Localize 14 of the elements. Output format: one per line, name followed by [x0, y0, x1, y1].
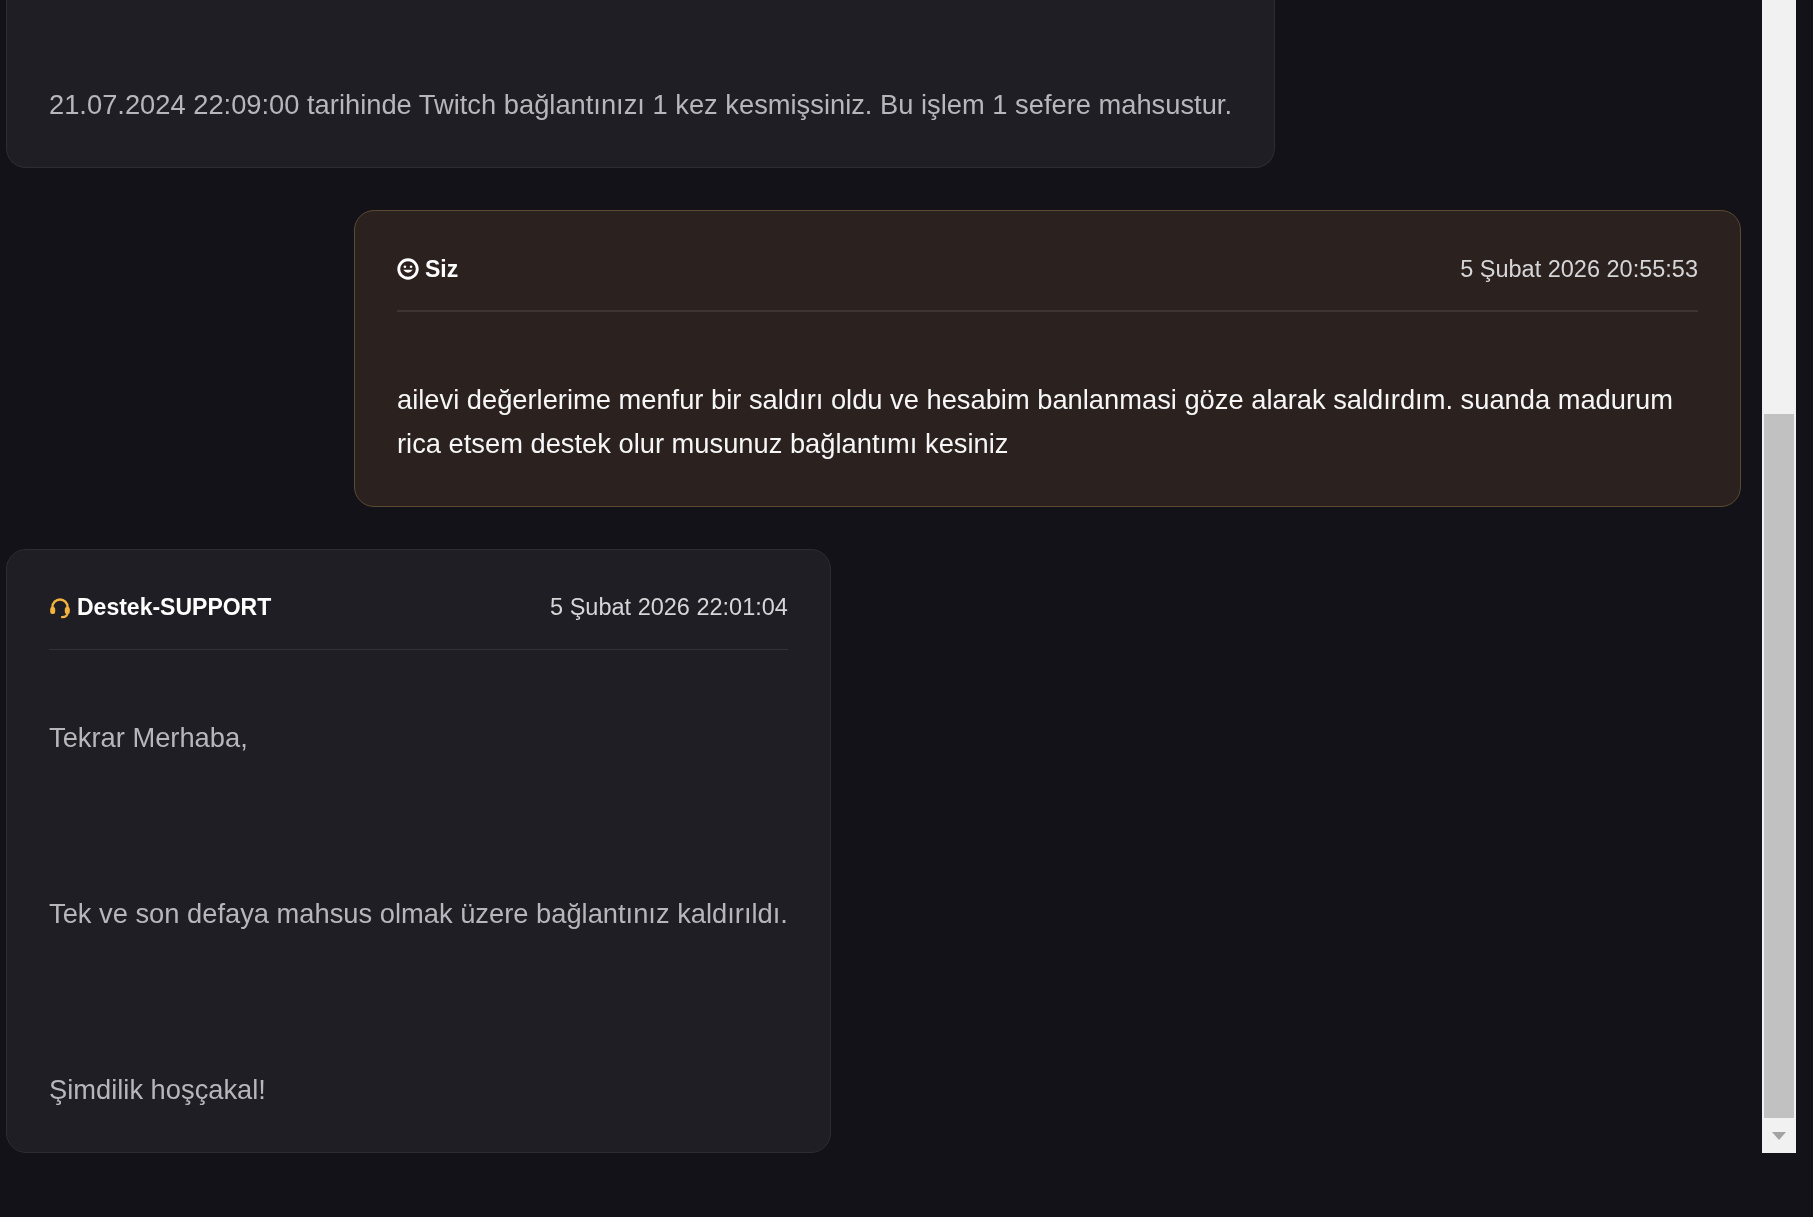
- scrollbar-thumb[interactable]: [1764, 414, 1794, 1118]
- message-text: Tekrar Merhaba,: [49, 721, 249, 755]
- author-name: Siz: [425, 255, 459, 283]
- headset-icon: [49, 596, 71, 619]
- message-text: Tek ve son defaya mahsus olmak üzere bağlantınız kaldırıldı.: [49, 897, 788, 931]
- message-time: 5 Şubat 2026 20:55:53: [1460, 255, 1698, 283]
- message-time: 5 Şubat 2026 22:01:04: [550, 594, 788, 621]
- message-text: ailevi değerlerime menfur bir saldırı oldu ve hesabim banlanmasi göze alarak saldırdım. suanda madurum rica etsem destek olur musunuz bağlantımı kesiniz: [397, 382, 1674, 461]
- message-text: Şimdilik hoşçakal!: [49, 1073, 267, 1107]
- message-text: 21.07.2024 22:09:00 tarihinde Twitch bağlantınızı 1 kez kesmişsiniz. Bu işlem 1 sefere mahsustur.: [49, 88, 1233, 122]
- scrollbar[interactable]: [1762, 0, 1796, 1153]
- author-name: Destek-SUPPORT: [77, 594, 272, 621]
- smiley-icon: [397, 258, 419, 280]
- scroll-down-arrow-icon[interactable]: [1772, 1131, 1786, 1140]
